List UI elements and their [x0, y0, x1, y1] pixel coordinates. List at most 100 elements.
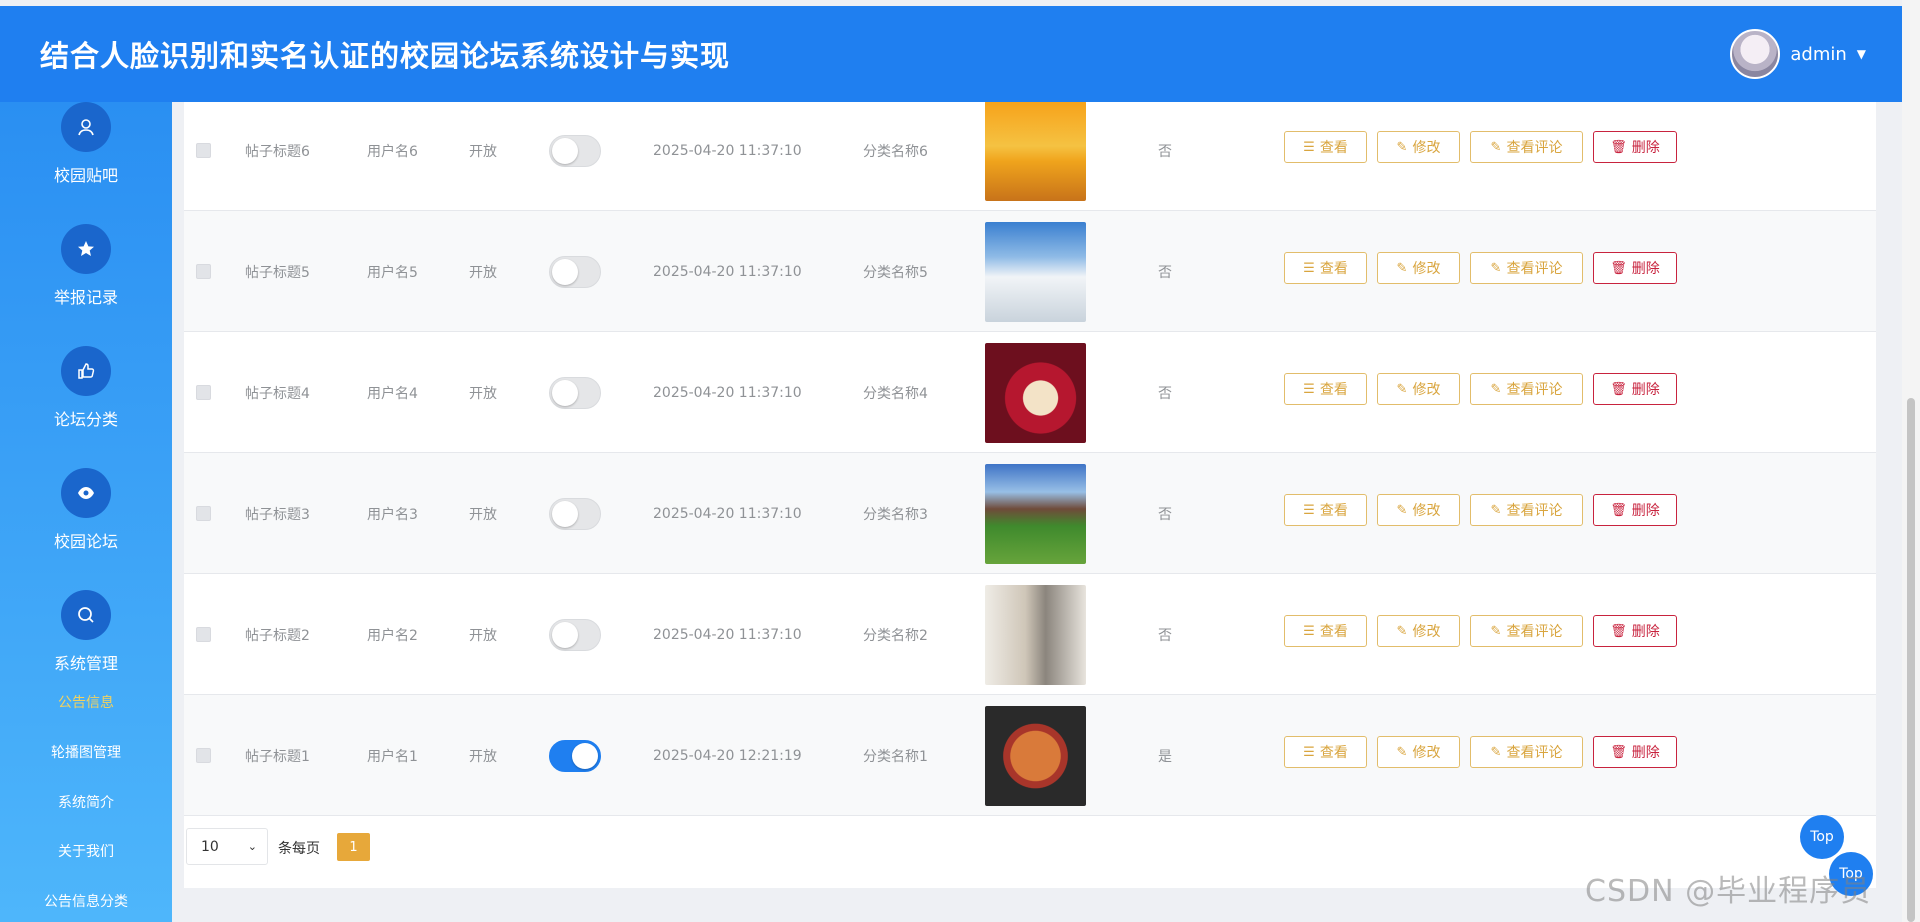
- cell-status: 开放: [469, 506, 497, 523]
- view-button[interactable]: ☰ 查看: [1284, 131, 1367, 163]
- cell-flag: 否: [1158, 143, 1172, 160]
- delete-button[interactable]: 🗑 删除: [1593, 615, 1677, 647]
- edit-icon: ✎: [1490, 260, 1502, 276]
- delete-button[interactable]: 🗑 删除: [1593, 252, 1677, 284]
- cell-status: 开放: [469, 385, 497, 402]
- edit-icon: ✎: [1396, 381, 1408, 397]
- row-checkbox[interactable]: [196, 748, 211, 763]
- edit-icon: ✎: [1396, 502, 1408, 518]
- view-button[interactable]: ☰ 查看: [1284, 252, 1367, 284]
- submenu-about[interactable]: 关于我们: [0, 841, 172, 861]
- search-icon: [61, 590, 111, 640]
- content-panel: 帖子标题6 用户名6 开放 2025-04-20 11:37:10 分类名称6 …: [184, 90, 1876, 888]
- submenu-notice[interactable]: 公告信息: [0, 692, 172, 712]
- status-toggle[interactable]: [549, 739, 601, 772]
- trash-icon: 🗑: [1610, 139, 1627, 155]
- user-menu[interactable]: admin ▼: [1730, 29, 1902, 79]
- star-icon: [61, 224, 111, 274]
- status-toggle[interactable]: [549, 376, 601, 409]
- edit-button[interactable]: ✎ 修改: [1377, 373, 1460, 405]
- cell-username: 用户名2: [367, 627, 418, 644]
- eye-icon: [61, 468, 111, 518]
- sidebar-item-forum-category[interactable]: 论坛分类: [0, 346, 172, 430]
- post-thumbnail: [985, 584, 1086, 685]
- submenu-carousel[interactable]: 轮播图管理: [0, 742, 172, 762]
- row-checkbox[interactable]: [196, 506, 211, 521]
- cell-post-title: 帖子标题2: [245, 627, 310, 644]
- table-row: 帖子标题4 用户名4 开放 2025-04-20 11:37:10 分类名称4 …: [184, 332, 1876, 453]
- post-thumbnail: [985, 342, 1086, 443]
- edit-button[interactable]: ✎ 修改: [1377, 615, 1460, 647]
- edit-button[interactable]: ✎ 修改: [1377, 494, 1460, 526]
- app-root: 结合人脸识别和实名认证的校园论坛系统设计与实现 admin ▼ 校园贴吧 举报记…: [0, 0, 1920, 922]
- scrollbar-thumb[interactable]: [1907, 398, 1915, 922]
- toggle-knob: [552, 500, 578, 527]
- page-size-select[interactable]: 10 ⌄: [186, 828, 268, 865]
- view-comments-button[interactable]: ✎ 查看评论: [1470, 615, 1583, 647]
- edit-icon: ✎: [1396, 139, 1408, 155]
- row-checkbox[interactable]: [196, 627, 211, 642]
- toggle-knob: [552, 621, 578, 648]
- row-checkbox[interactable]: [196, 143, 211, 158]
- cell-category: 分类名称1: [863, 748, 928, 765]
- view-comments-button[interactable]: ✎ 查看评论: [1470, 373, 1583, 405]
- status-toggle[interactable]: [549, 255, 601, 288]
- edit-button[interactable]: ✎ 修改: [1377, 252, 1460, 284]
- document-icon: ☰: [1303, 502, 1315, 518]
- cell-username: 用户名5: [367, 264, 418, 281]
- view-button[interactable]: ☰ 查看: [1284, 494, 1367, 526]
- back-to-top-button[interactable]: Top: [1800, 815, 1844, 859]
- edit-icon: ✎: [1396, 623, 1408, 639]
- sidebar-item-system[interactable]: 系统管理: [0, 590, 172, 674]
- avatar[interactable]: [1730, 29, 1781, 79]
- vertical-scrollbar[interactable]: [1902, 0, 1920, 922]
- post-thumbnail: [985, 705, 1086, 806]
- trash-icon: 🗑: [1610, 623, 1627, 639]
- top-header: 结合人脸识别和实名认证的校园论坛系统设计与实现 admin ▼: [0, 6, 1902, 102]
- sidebar-item-label: 校园论坛: [53, 532, 118, 551]
- cell-flag: 是: [1158, 748, 1172, 765]
- delete-button[interactable]: 🗑 删除: [1593, 494, 1677, 526]
- table-row: 帖子标题5 用户名5 开放 2025-04-20 11:37:10 分类名称5 …: [184, 211, 1876, 332]
- submenu-notice-category[interactable]: 公告信息分类: [0, 891, 172, 911]
- submenu-intro[interactable]: 系统简介: [0, 792, 172, 812]
- page-number-current[interactable]: 1: [337, 833, 370, 861]
- view-button[interactable]: ☰ 查看: [1284, 736, 1367, 768]
- username[interactable]: admin: [1790, 44, 1846, 65]
- sidebar-item-tieba[interactable]: 校园贴吧: [0, 102, 172, 186]
- table-row: 帖子标题1 用户名1 开放 2025-04-20 12:21:19 分类名称1 …: [184, 695, 1876, 816]
- system-title: 结合人脸识别和实名认证的校园论坛系统设计与实现: [40, 39, 731, 73]
- sidebar-item-report[interactable]: 举报记录: [0, 224, 172, 308]
- edit-button[interactable]: ✎ 修改: [1377, 736, 1460, 768]
- cell-flag: 否: [1158, 385, 1172, 402]
- status-toggle[interactable]: [549, 134, 601, 167]
- row-checkbox[interactable]: [196, 385, 211, 400]
- view-comments-button[interactable]: ✎ 查看评论: [1470, 736, 1583, 768]
- delete-button[interactable]: 🗑 删除: [1593, 131, 1677, 163]
- view-comments-button[interactable]: ✎ 查看评论: [1470, 494, 1583, 526]
- view-button[interactable]: ☰ 查看: [1284, 615, 1367, 647]
- cell-category: 分类名称3: [863, 506, 928, 523]
- document-icon: ☰: [1303, 260, 1315, 276]
- sidebar-item-label: 论坛分类: [53, 410, 118, 429]
- row-checkbox[interactable]: [196, 264, 211, 279]
- view-button[interactable]: ☰ 查看: [1284, 373, 1367, 405]
- cell-post-title: 帖子标题3: [245, 506, 310, 523]
- edit-icon: ✎: [1490, 139, 1502, 155]
- sidebar-item-campus-forum[interactable]: 校园论坛: [0, 468, 172, 552]
- view-comments-button[interactable]: ✎ 查看评论: [1470, 131, 1583, 163]
- document-icon: ☰: [1303, 139, 1315, 155]
- view-comments-button[interactable]: ✎ 查看评论: [1470, 252, 1583, 284]
- trash-icon: 🗑: [1610, 502, 1627, 518]
- trash-icon: 🗑: [1610, 381, 1627, 397]
- cell-status: 开放: [469, 748, 497, 765]
- edit-button[interactable]: ✎ 修改: [1377, 131, 1460, 163]
- status-toggle[interactable]: [549, 618, 601, 651]
- chevron-down-icon[interactable]: ▼: [1857, 47, 1866, 61]
- sidebar-item-label: 举报记录: [53, 288, 118, 307]
- delete-button[interactable]: 🗑 删除: [1593, 736, 1677, 768]
- delete-button[interactable]: 🗑 删除: [1593, 373, 1677, 405]
- edit-icon: ✎: [1490, 381, 1502, 397]
- cell-username: 用户名4: [367, 385, 418, 402]
- status-toggle[interactable]: [549, 497, 601, 530]
